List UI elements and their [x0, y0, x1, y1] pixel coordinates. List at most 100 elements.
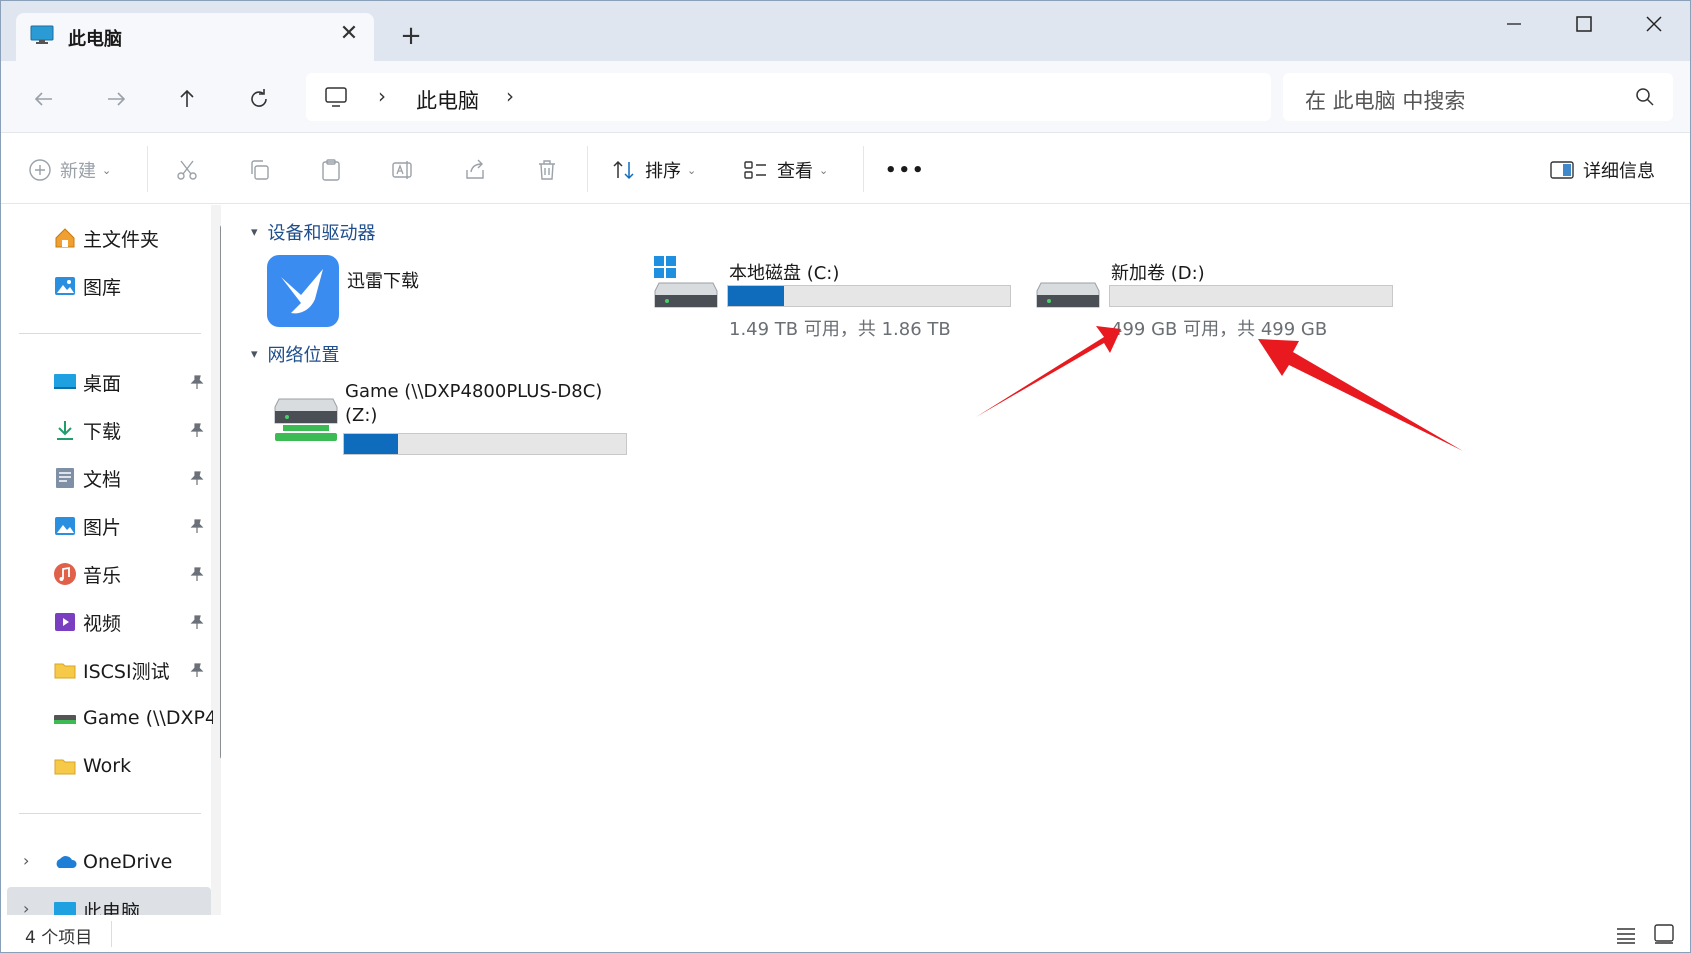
sort-button[interactable]: 排序 ⌄ [611, 152, 696, 188]
title-bar: 此电脑 ✕ + [1, 1, 1690, 61]
copy-button[interactable] [247, 152, 271, 188]
sort-icon [613, 160, 634, 180]
group-header-devices[interactable]: ▾ 设备和驱动器 [251, 219, 376, 245]
network-drive-icon [53, 706, 77, 730]
details-view-icon[interactable] [1615, 925, 1637, 945]
sidebar-item-label: Work [83, 755, 132, 777]
share-button[interactable] [463, 152, 487, 188]
device-xunlei[interactable]: 迅雷下载 [267, 255, 607, 331]
close-tab-icon[interactable]: ✕ [334, 19, 364, 49]
delete-button[interactable] [535, 152, 559, 188]
chevron-down-icon: ⌄ [819, 163, 829, 177]
pin-icon[interactable] [189, 614, 205, 630]
group-header-network[interactable]: ▾ 网络位置 [251, 341, 340, 367]
expand-chevron-icon[interactable]: › [23, 851, 29, 870]
maximize-icon [1576, 16, 1592, 32]
sidebar-item-desktop[interactable]: 桌面 [53, 367, 121, 397]
drive-usage-bar [343, 433, 627, 455]
close-button[interactable] [1631, 7, 1677, 41]
divider [19, 333, 201, 334]
address-bar[interactable]: › 此电脑 › [306, 73, 1271, 121]
scissors-icon [177, 160, 197, 180]
back-button[interactable] [24, 79, 64, 119]
tab-this-pc[interactable]: 此电脑 ✕ [16, 13, 374, 61]
chevron-down-icon: ⌄ [687, 163, 697, 177]
sidebar-item-this-pc[interactable]: 此电脑 [53, 895, 140, 915]
sidebar-item-music[interactable]: 音乐 [53, 559, 121, 589]
tiles-view-icon[interactable] [1653, 923, 1675, 945]
search-box[interactable]: 在 此电脑 中搜索 [1283, 73, 1673, 121]
desktop-icon [53, 370, 77, 394]
expand-chevron-icon[interactable]: › [23, 899, 29, 915]
pin-icon[interactable] [189, 662, 205, 678]
copy-icon [251, 160, 269, 180]
pin-icon[interactable] [189, 566, 205, 582]
command-bar: 新建 ⌄ 排序 ⌄ 查看 ⌄ ••• 详细信息 [1, 134, 1690, 204]
maximize-button[interactable] [1561, 7, 1607, 41]
minimize-button[interactable] [1491, 7, 1537, 41]
drive-usage-bar [727, 285, 1011, 307]
search-icon [1635, 87, 1655, 111]
network-drive-game[interactable]: Game (\\DXP4800PLUS-D8C) (Z:) [273, 377, 653, 457]
new-button[interactable]: 新建 ⌄ [28, 152, 111, 188]
view-label: 查看 [777, 161, 813, 182]
group-title: 网络位置 [267, 345, 340, 366]
divider [863, 146, 864, 192]
view-button[interactable]: 查看 ⌄ [743, 152, 828, 188]
search-input[interactable]: 在 此电脑 中搜索 [1305, 85, 1465, 115]
close-icon [1646, 16, 1662, 32]
minimize-icon [1507, 23, 1521, 25]
chevron-down-icon: ⌄ [102, 163, 112, 177]
sidebar-item-iscsi[interactable]: ISCSI测试 [53, 655, 170, 685]
more-icon: ••• [885, 159, 926, 181]
trash-icon [539, 160, 555, 180]
breadcrumb-this-pc[interactable]: 此电脑 [416, 85, 479, 115]
sidebar-item-work[interactable]: Work [53, 751, 131, 781]
pin-icon[interactable] [189, 374, 205, 390]
details-pane-icon [1550, 161, 1574, 179]
navigation-pane: 主文件夹 图库 桌面 下载 文档 图片 音乐 视频 ISCSI测试 Game (… [1, 205, 221, 915]
sidebar-item-game[interactable]: Game (\\DXP48 [53, 703, 213, 733]
system-drive-icon [653, 255, 719, 319]
drive-c[interactable]: 本地磁盘 (C:) 1.49 TB 可用，共 1.86 TB [653, 255, 1011, 340]
refresh-button[interactable] [239, 79, 279, 119]
paste-button[interactable] [319, 152, 343, 188]
chevron-right-icon[interactable]: › [378, 84, 386, 108]
up-button[interactable] [167, 79, 207, 119]
sidebar-item-videos[interactable]: 视频 [53, 607, 121, 637]
sidebar-item-download[interactable]: 下载 [53, 415, 121, 445]
folder-icon [53, 754, 77, 778]
drive-d[interactable]: 新加卷 (D:) 499 GB 可用，共 499 GB [1035, 255, 1393, 340]
rename-icon [392, 161, 412, 179]
sidebar-item-documents[interactable]: 文档 [53, 463, 121, 493]
new-label: 新建 [60, 161, 96, 182]
xunlei-app-icon [267, 255, 339, 331]
rename-button[interactable] [391, 152, 415, 188]
usage-fill [728, 286, 785, 306]
pin-icon[interactable] [189, 422, 205, 438]
scrollbar-thumb[interactable] [220, 225, 221, 759]
videos-icon [53, 610, 77, 634]
pc-icon [53, 898, 77, 915]
more-options-button[interactable]: ••• [885, 152, 926, 188]
file-explorer-window: 此电脑 ✕ + › 此电脑 › 在 此电脑 中搜索 新建 ⌄ 排序 ⌄ 查看 ⌄… [0, 0, 1691, 953]
device-name: 迅雷下载 [347, 271, 419, 292]
plus-icon[interactable]: + [396, 21, 426, 51]
sidebar-item-label: 下载 [83, 420, 122, 443]
pin-icon[interactable] [189, 470, 205, 486]
cut-button[interactable] [175, 152, 199, 188]
sidebar-item-home[interactable]: 主文件夹 [53, 223, 159, 253]
arrow-right-icon [108, 92, 126, 106]
sidebar-item-label: ISCSI测试 [83, 660, 170, 683]
pin-icon[interactable] [189, 518, 205, 534]
home-icon [53, 226, 77, 250]
sidebar-item-pictures[interactable]: 图片 [53, 511, 121, 541]
sidebar-item-onedrive[interactable]: OneDrive [53, 847, 172, 877]
details-pane-button[interactable]: 详细信息 [1549, 152, 1655, 188]
drive-usage-bar [1109, 285, 1393, 307]
forward-button[interactable] [96, 79, 136, 119]
clipboard-icon [322, 159, 340, 181]
music-icon [53, 562, 77, 586]
sidebar-item-gallery[interactable]: 图库 [53, 271, 121, 301]
chevron-right-icon[interactable]: › [506, 84, 514, 108]
